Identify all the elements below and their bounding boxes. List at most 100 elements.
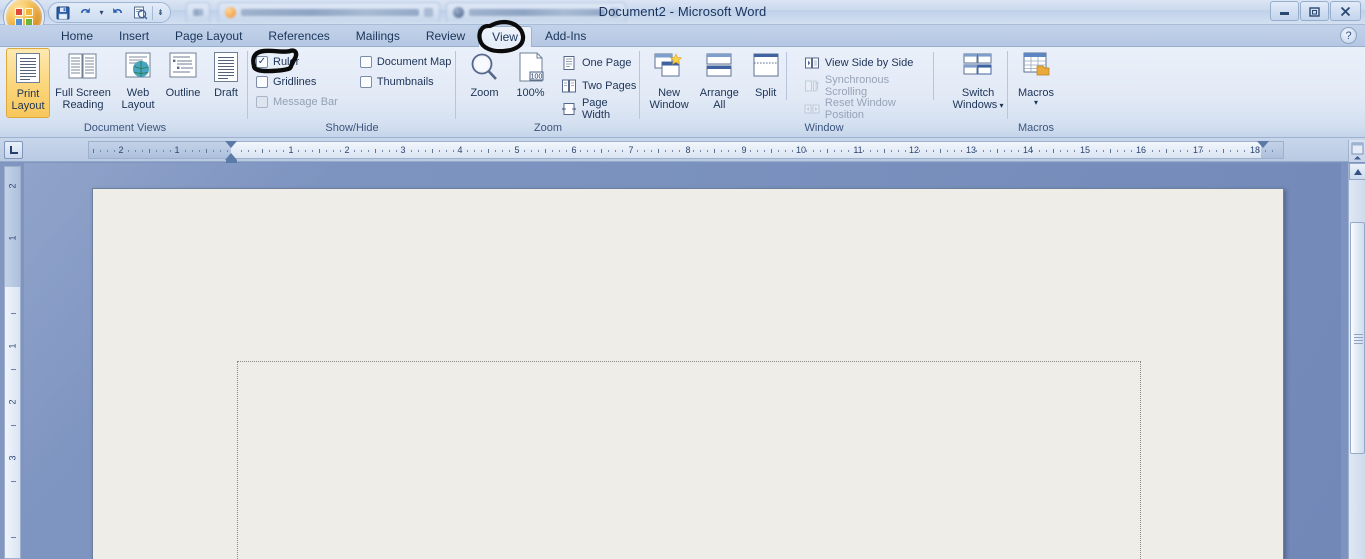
- split-button[interactable]: Split: [744, 48, 786, 118]
- save-icon[interactable]: [53, 4, 73, 21]
- ruler-tick: [1102, 150, 1104, 152]
- thumbnails-checkbox[interactable]: [359, 76, 372, 88]
- ruler-tick: [580, 150, 582, 152]
- word-application-window: ▾ ⇟ Document2 - Microsoft Word Home Inse…: [0, 0, 1365, 559]
- ruler-tick: [417, 150, 419, 152]
- minimize-button[interactable]: [1270, 1, 1299, 21]
- ruler-tick: [283, 150, 285, 152]
- reset-window-position-icon: [804, 101, 820, 117]
- document-canvas[interactable]: [24, 163, 1341, 559]
- scroll-up-button[interactable]: [1349, 163, 1365, 180]
- vertical-scrollbar[interactable]: [1348, 163, 1365, 559]
- ruler-tick: [1208, 150, 1210, 152]
- ruler-tick: [106, 150, 108, 152]
- ruler-tick: [163, 150, 165, 152]
- tab-insert[interactable]: Insert: [106, 25, 162, 47]
- tab-add-ins[interactable]: Add-Ins: [532, 25, 599, 47]
- ruler-tick: [890, 150, 892, 152]
- right-indent-marker[interactable]: [1257, 141, 1269, 148]
- ruler-tick: [452, 150, 454, 152]
- tab-view-label: View: [492, 30, 518, 44]
- ruler-tick: [135, 150, 137, 152]
- ruler-checkbox-row[interactable]: ✓ Ruler: [256, 54, 338, 70]
- switch-windows-button[interactable]: Switch Windows ▾: [948, 48, 1008, 118]
- ruler-tick: [1116, 150, 1118, 152]
- ruler-tick: [693, 150, 695, 152]
- two-pages-button[interactable]: Two Pages: [558, 76, 640, 96]
- zoom-button[interactable]: Zoom: [462, 48, 507, 118]
- view-side-by-side-button[interactable]: View Side by Side: [801, 53, 936, 73]
- two-pages-icon: [561, 78, 577, 94]
- document-map-checkbox[interactable]: [359, 56, 372, 68]
- ruler-tick: [354, 150, 356, 152]
- magnifier-icon: [468, 51, 502, 85]
- hanging-indent-marker[interactable]: [225, 153, 237, 160]
- ruler-tick: [777, 150, 779, 152]
- tab-home[interactable]: Home: [48, 25, 106, 47]
- ruler-tick: [643, 150, 645, 152]
- macros-icon: [1019, 51, 1053, 85]
- horizontal-ruler[interactable]: 2 1 1 2 3 4 5 6 7 8 9 10 11 12 13 14 15 …: [88, 141, 1284, 165]
- ruler-tick: [262, 149, 264, 153]
- tab-page-layout[interactable]: Page Layout: [162, 25, 255, 47]
- undo-icon[interactable]: [75, 4, 95, 21]
- tab-mailings-label: Mailings: [355, 29, 400, 43]
- new-window-button[interactable]: New Window: [644, 48, 694, 118]
- redo-icon[interactable]: [108, 4, 128, 21]
- document-map-checkbox-row[interactable]: Document Map: [359, 54, 452, 70]
- tab-references[interactable]: References: [255, 25, 342, 47]
- zoom-100-button[interactable]: 100 100%: [507, 48, 554, 118]
- one-page-button[interactable]: One Page: [558, 53, 640, 73]
- print-preview-icon[interactable]: [130, 4, 150, 21]
- help-icon[interactable]: ?: [1340, 27, 1357, 44]
- switch-windows-dropdown-icon[interactable]: ▾: [997, 101, 1003, 110]
- ruler-tick: [1046, 150, 1048, 152]
- ruler-tick: [1060, 150, 1062, 152]
- full-screen-reading-button[interactable]: Full Screen Reading: [50, 48, 116, 118]
- ruler-tick: [1173, 150, 1175, 152]
- macros-dropdown-icon[interactable]: ▾: [1034, 99, 1038, 107]
- ruler-tick: [184, 150, 186, 152]
- arrange-all-button[interactable]: Arrange All: [694, 48, 744, 118]
- document-page[interactable]: [92, 188, 1284, 559]
- thumbnails-checkbox-row[interactable]: Thumbnails: [359, 74, 452, 90]
- tab-mailings[interactable]: Mailings: [343, 25, 413, 47]
- undo-dropdown-icon[interactable]: ▾: [97, 4, 106, 21]
- ruler-tick: [544, 149, 546, 153]
- web-layout-button[interactable]: Web Layout: [116, 48, 160, 118]
- ruler-tick: [919, 150, 921, 152]
- tab-stop-selector[interactable]: [4, 141, 23, 159]
- first-line-indent-marker[interactable]: [225, 141, 237, 148]
- print-layout-button[interactable]: Print Layout: [6, 48, 50, 118]
- customize-quick-access-toolbar-icon[interactable]: ⇟: [155, 4, 166, 21]
- ruler-tick: [219, 150, 221, 152]
- ruler-tick: [650, 150, 652, 152]
- reset-window-position-label: Reset Window Position: [824, 97, 896, 121]
- close-button[interactable]: [1330, 1, 1361, 21]
- switch-windows-icon: [961, 51, 995, 85]
- vertical-ruler[interactable]: 2 1 1 2 3: [4, 166, 21, 559]
- page-width-button[interactable]: Page Width: [558, 97, 640, 121]
- ruler-checkbox[interactable]: ✓: [256, 56, 268, 68]
- gridlines-checkbox[interactable]: [256, 76, 268, 88]
- ruler-tick: [664, 150, 666, 152]
- tab-add-ins-label: Add-Ins: [544, 29, 587, 43]
- ruler-tick: [904, 150, 906, 152]
- ruler-tick: [382, 150, 384, 152]
- restore-button[interactable]: [1300, 1, 1329, 21]
- draft-button[interactable]: Draft: [206, 48, 246, 118]
- ruler-tick: [947, 150, 949, 152]
- macros-button[interactable]: Macros ▾: [1010, 48, 1062, 118]
- tab-view[interactable]: View: [478, 26, 532, 47]
- gridlines-checkbox-row[interactable]: Gridlines: [256, 74, 338, 90]
- document-map-label: Document Map: [376, 56, 452, 68]
- qat-separator: [152, 5, 153, 20]
- outline-button[interactable]: Outline: [160, 48, 206, 118]
- tab-review[interactable]: Review: [413, 25, 478, 47]
- split-bar-handle[interactable]: [1348, 140, 1365, 162]
- scrollbar-thumb[interactable]: [1350, 222, 1365, 454]
- ruler-tick: [1215, 150, 1217, 152]
- ruler-tick: [481, 150, 483, 152]
- ruler-tick: [509, 150, 511, 152]
- ruler-tick: [1222, 149, 1224, 153]
